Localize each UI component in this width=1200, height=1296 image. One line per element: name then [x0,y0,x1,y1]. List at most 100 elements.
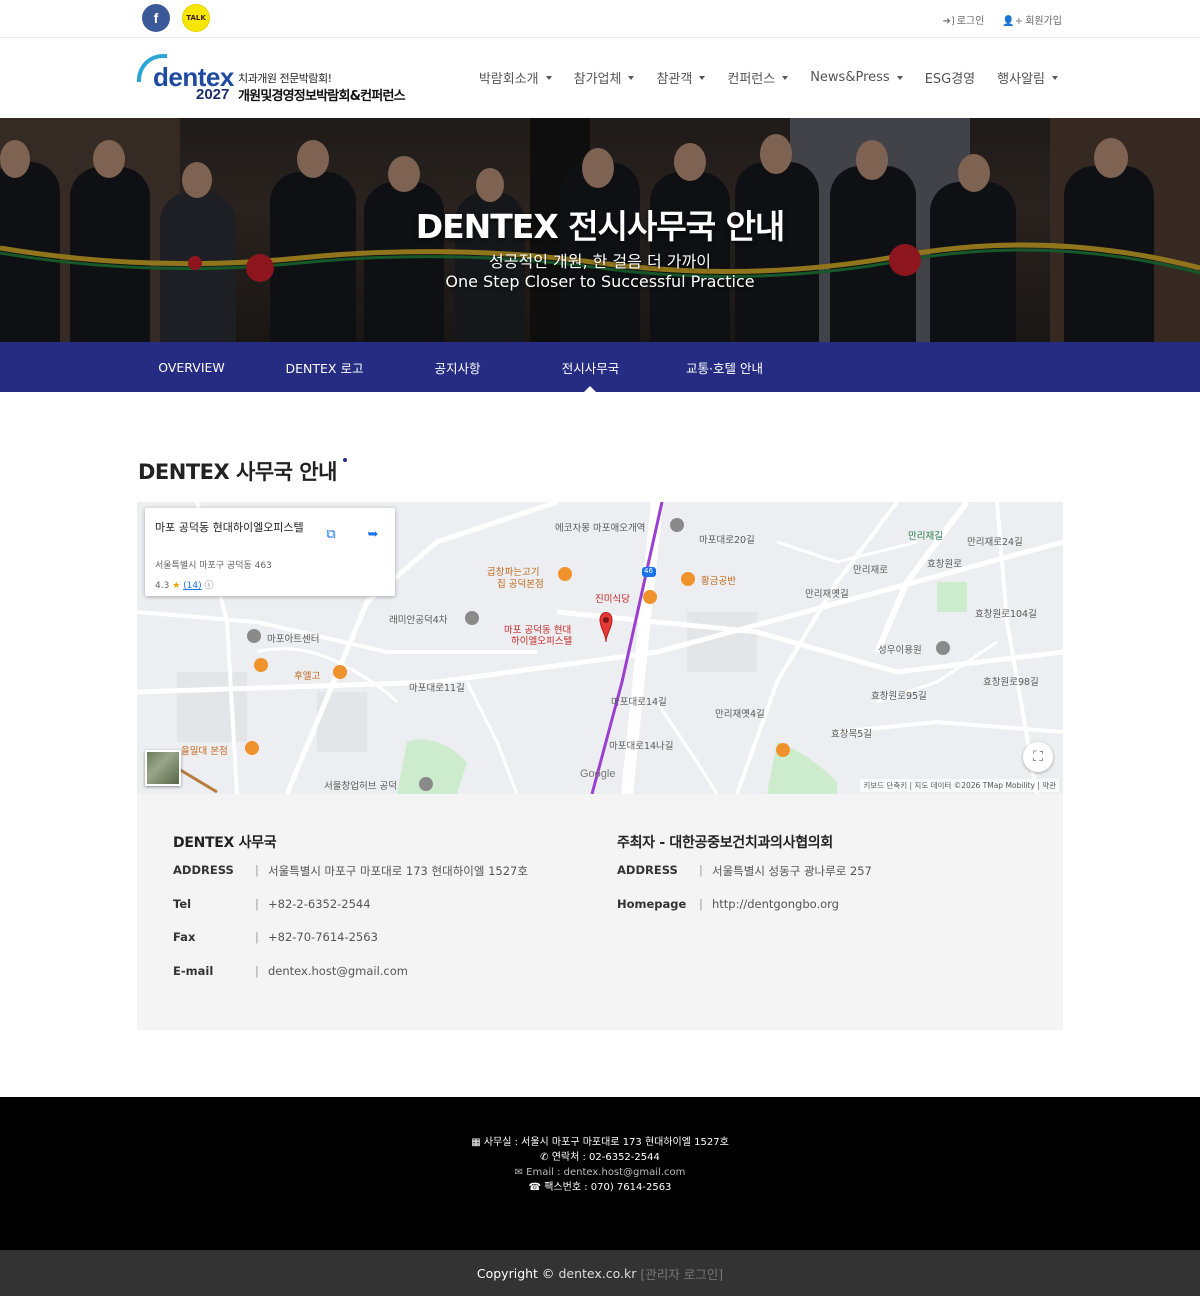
map-label: 황금공반 [701,576,736,587]
site-footer: ▦ 사무실 : 서울시 마포구 마포대로 173 현대하이엘 1527호 ✆ 연… [0,1097,1200,1250]
map-label: 효창원로 [927,559,962,570]
info-row: E-mail | dentex.host@gmail.com [173,964,528,998]
footer-fax-line: ☎ 팩스번호 : 070) 7614-2563 [0,1180,1200,1195]
top-bar: f TALK ➜] 로그인 👤+ 회원가입 [0,0,1200,38]
map-label: 마포대로11길 [409,683,465,694]
google-logo: Google [580,768,616,780]
footer-contact: ▦ 사무실 : 서울시 마포구 마포대로 173 현대하이엘 1527호 ✆ 연… [0,1135,1200,1195]
nav-label: News&Press [810,70,890,85]
tab-dentex-logo[interactable]: DENTEX 로고 [258,342,391,392]
nav-label: 참관객 [656,72,693,87]
map-label: 마포대로14길 [611,697,667,708]
satellite-toggle[interactable] [145,750,181,786]
logo-name: 개원및경영정보박람회&컨퍼런스 [238,89,406,104]
sub-navigation: OVERVIEW DENTEX 로고 공지사항 전시사무국 교통·호텔 안내 [0,342,1200,392]
map-label: 후엘고 [294,671,321,682]
review-count-link[interactable]: (14) [183,581,201,591]
tab-label: 전시사무국 [561,360,620,376]
map-label: 마포아트센터 [267,634,320,645]
footer-phone-line: ✆ 연락처 : 02-6352-2544 [0,1150,1200,1165]
info-separator: | [699,863,703,877]
info-row: ADDRESS | 서울특별시 성동구 광나루로 257 [617,863,872,897]
page-title-text: DENTEX 사무국 안내 [138,460,337,484]
hero-subtitle-ko: 성공적인 개원, 한 걸음 더 가까이 [489,252,711,271]
office-info: DENTEX 사무국 ADDRESS | 서울특별시 마포구 마포대로 173 현대… [173,832,528,997]
map-label: 효창원로98길 [983,677,1039,688]
logo-tagline: 치과개원 전문박람회! [238,72,332,85]
user-plus-icon: 👤+ [1002,16,1024,27]
open-in-new-icon[interactable]: ⧉ [317,520,345,548]
map-label: 래미안공덕4차 [389,615,448,626]
hero-title: DENTEX 전시사무국 안내 [415,207,786,246]
office-map[interactable]: 에코자몽 마포애오개역 마포대로20길 만리재길 만리재로24길 곱창파는고기 … [137,502,1063,794]
info-row: ADDRESS | 서울특별시 마포구 마포대로 173 현대하이엘 1527호 [173,863,528,897]
info-separator: | [255,930,259,944]
copyright-domain[interactable]: dentex.co.kr [558,1266,636,1281]
facebook-glyph: f [153,10,159,26]
info-row: Homepage | http://dentgongbo.org [617,897,872,931]
social-links: f TALK [142,4,210,32]
map-pin-label: 하이엘오피스텔 [511,636,573,647]
nav-item-news-press[interactable]: News&Press [810,68,903,87]
login-link[interactable]: ➜] 로그인 [942,12,984,27]
nav-item-events[interactable]: 행사알림 [997,68,1058,87]
rating-value: 4.3 [155,581,170,591]
info-key: Homepage [617,896,687,911]
map-label: 성우이용원 [878,645,922,656]
map-label: 마포대로14나길 [609,741,674,752]
directions-icon[interactable]: ➥ [359,520,387,548]
facebook-icon[interactable]: f [142,4,170,32]
login-label: 로그인 [956,16,985,27]
copyright-text: Copyright © [476,1265,555,1281]
fullscreen-icon[interactable]: ⛶ [1023,742,1053,772]
kakaotalk-icon[interactable]: TALK [182,4,210,32]
info-separator: | [699,896,703,911]
map-attribution[interactable]: 키보드 단축키 | 지도 데이터 ©2026 TMap Mobility | 약… [860,779,1059,792]
homepage-link[interactable]: http://dentgongbo.org [712,897,839,911]
nav-item-visitors[interactable]: 참관객 [656,68,706,87]
login-icon: ➜] [942,16,955,27]
hero-subtitle-en: One Step Closer to Successful Practice [445,272,755,291]
info-icon[interactable]: ⓘ [205,581,214,591]
map-label: 효창원로95길 [871,691,927,702]
logo-year: 2027 [196,86,230,103]
map-label: 만리재로24길 [967,537,1023,548]
host-title: 주최자 - 대한공중보건치과의사협의회 [617,835,833,851]
tab-exhibition-office[interactable]: 전시사무국 [524,342,657,392]
tab-label: DENTEX 로고 [285,360,364,376]
admin-login-link[interactable]: [관리자 로그인] [640,1264,723,1283]
site-header: dentex 2027 치과개원 전문박람회! 개원및경영정보박람회&컨퍼런스 … [0,38,1200,118]
nav-item-conference[interactable]: 컨퍼런스 [727,68,789,87]
nav-label: 박람회소개 [478,72,539,87]
info-key: Tel [173,896,192,911]
page-title: DENTEX 사무국 안내 [138,456,347,486]
map-label: 에코자몽 마포애오개역 [555,523,646,534]
map-label: 마포대로20길 [699,535,755,546]
tab-label: OVERVIEW [158,359,225,375]
hero-banner: DENTEX 전시사무국 안내 성공적인 개원, 한 걸음 더 가까이 One … [0,118,1200,342]
tab-label: 공지사항 [434,360,481,376]
tab-transport-hotel[interactable]: 교통·호텔 안내 [658,342,791,392]
nav-item-esg[interactable]: ESG경영 [925,68,975,87]
info-separator: | [255,896,259,911]
caret-down-icon [699,75,706,80]
auth-links: ➜] 로그인 👤+ 회원가입 [942,12,1062,27]
caret-down-icon [782,75,789,80]
footer-email-line: ✉ Email : dentex.host@gmail.com [0,1165,1200,1180]
kakaotalk-label: TALK [186,14,206,22]
info-value: 서울특별시 성동구 광나루로 257 [712,864,872,878]
info-key: E-mail [173,963,214,978]
signup-link[interactable]: 👤+ 회원가입 [1002,12,1062,27]
map-label: 집 공덕본점 [497,579,544,590]
tab-notices[interactable]: 공지사항 [391,342,524,392]
nav-item-exhibitors[interactable]: 참가업체 [574,68,635,87]
tab-overview[interactable]: OVERVIEW [125,342,258,392]
footer-office: 사무실 : 서울시 마포구 마포대로 173 현대하이엘 1527호 [483,1137,729,1148]
info-value: +82-2-6352-2544 [268,896,371,911]
nav-item-expo-intro[interactable]: 박람회소개 [479,68,552,87]
map-label: 효창목5길 [831,729,873,740]
site-logo[interactable]: dentex 2027 치과개원 전문박람회! 개원및경영정보박람회&컨퍼런스 [137,54,417,104]
phone-icon: ✆ [540,1152,552,1163]
map-label: 진미식당 [595,594,630,605]
caret-down-icon [628,75,635,80]
